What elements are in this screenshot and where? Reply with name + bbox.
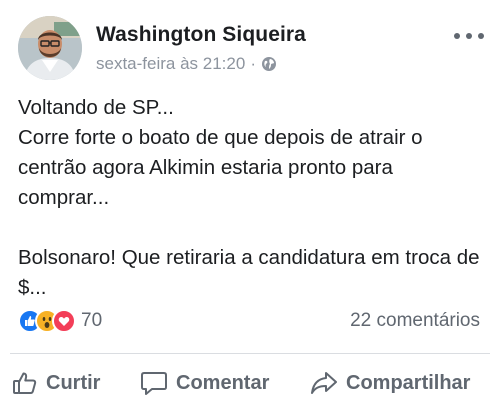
reactions-summary[interactable]: 70 [18, 309, 102, 333]
share-arrow-icon [310, 370, 338, 396]
post-timestamp[interactable]: sexta-feira às 21:20 [96, 54, 245, 74]
comment-button[interactable]: Comentar [140, 370, 269, 396]
comment-label: Comentar [176, 371, 270, 394]
divider [10, 353, 490, 354]
facebook-post: Washington Siqueira sexta-feira às 21:20… [0, 0, 500, 412]
like-label: Curtir [46, 371, 101, 394]
love-reaction-icon [52, 309, 76, 333]
post-paragraph: Voltando de SP... Corre forte o boato de… [18, 96, 423, 209]
post-header: Washington Siqueira sexta-feira às 21:20… [18, 16, 488, 86]
share-button[interactable]: Compartilhar [310, 370, 470, 396]
globe-icon [261, 56, 277, 72]
author-avatar[interactable] [18, 16, 82, 80]
comment-bubble-icon [140, 370, 168, 396]
more-options-icon[interactable] [454, 26, 484, 46]
post-paragraph: Bolsonaro! Que retiraria a candidatura e… [18, 246, 480, 299]
comments-count[interactable]: 22 comentários [350, 310, 480, 332]
author-name[interactable]: Washington Siqueira [96, 23, 306, 47]
post-meta: sexta-feira às 21:20 · [96, 54, 277, 74]
share-label: Compartilhar [346, 371, 471, 394]
like-button[interactable]: Curtir [12, 370, 100, 396]
post-stats: 70 22 comentários [18, 309, 484, 339]
thumbs-up-icon [12, 370, 38, 396]
meta-separator: · [250, 54, 256, 73]
post-actions: Curtir Comentar Compartilhar [0, 360, 500, 408]
reaction-count: 70 [81, 310, 103, 331]
post-body: Voltando de SP... Corre forte o boato de… [18, 93, 488, 303]
